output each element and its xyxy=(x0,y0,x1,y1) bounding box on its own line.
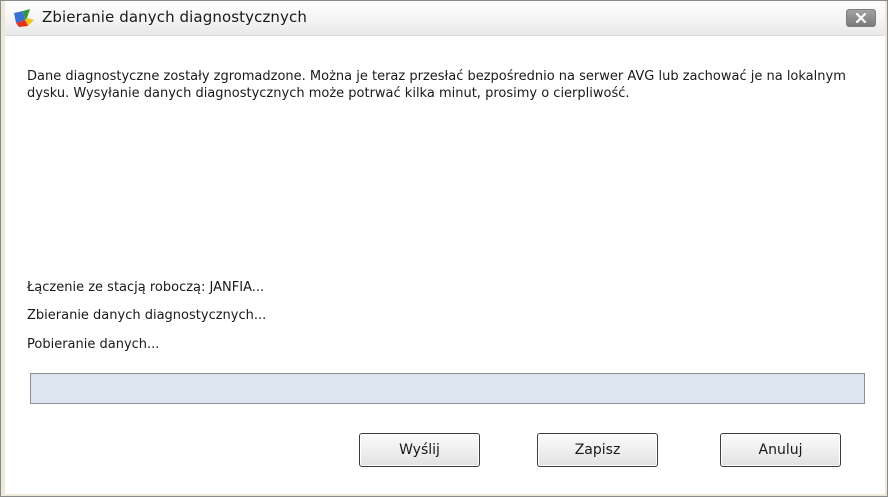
close-icon xyxy=(855,13,867,23)
save-button[interactable]: Zapisz xyxy=(537,433,658,467)
status-connecting: Łączenie ze stacją roboczą: JANFIA... xyxy=(27,280,265,295)
avg-logo-icon xyxy=(14,9,36,27)
status-downloading: Pobieranie danych... xyxy=(27,337,160,352)
description-text: Dane diagnostyczne zostały zgromadzone. … xyxy=(27,69,846,101)
status-collecting: Zbieranie danych diagnostycznych... xyxy=(27,308,267,323)
cancel-button[interactable]: Anuluj xyxy=(720,433,841,467)
dialog-content: Dane diagnostyczne zostały zgromadzone. … xyxy=(5,36,885,494)
close-button[interactable] xyxy=(846,9,876,27)
title-bar[interactable]: Zbieranie danych diagnostycznych xyxy=(5,1,885,36)
diagnostics-dialog: Zbieranie danych diagnostycznych Dane di… xyxy=(0,0,888,497)
send-button[interactable]: Wyślij xyxy=(359,433,480,467)
window-title: Zbieranie danych diagnostycznych xyxy=(42,8,307,26)
progress-bar xyxy=(30,373,865,404)
